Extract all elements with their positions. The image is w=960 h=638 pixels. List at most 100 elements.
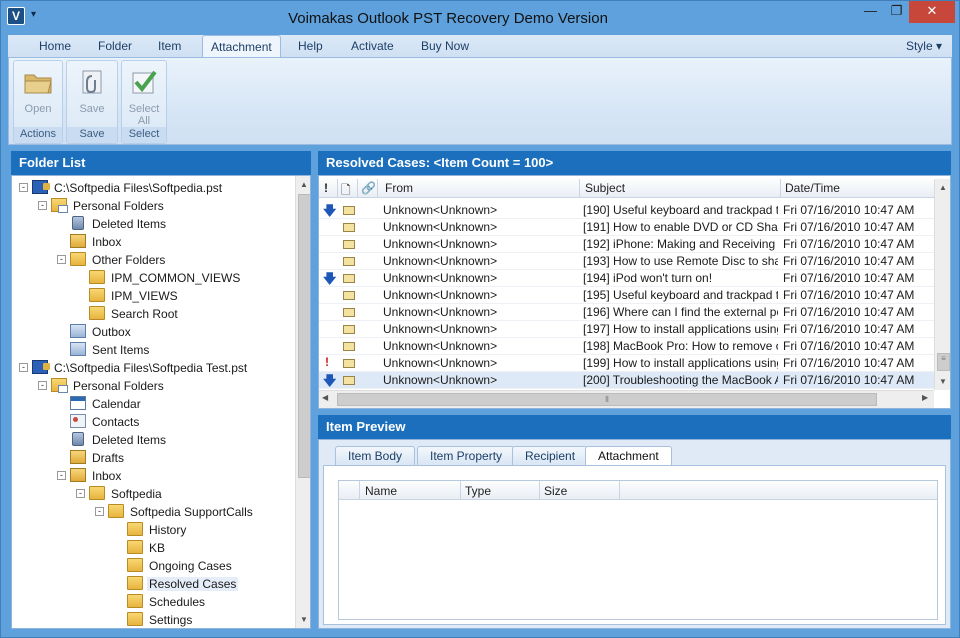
collapse-toggle-icon[interactable]: -	[57, 255, 66, 264]
collapse-toggle-icon[interactable]: -	[57, 471, 66, 480]
folder-tree-item[interactable]: Search Root	[89, 305, 180, 323]
minimize-button[interactable]: —	[857, 1, 884, 23]
open-button[interactable]: Open	[14, 61, 62, 127]
item-preview-pane: Item Body Item Property Recipient Attach…	[318, 439, 951, 629]
preview-tab-item-body[interactable]: Item Body	[335, 446, 416, 465]
attachment-list[interactable]: Name Type Size	[338, 480, 938, 620]
mail-subject: [200] Troubleshooting the MacBook Ai...	[583, 373, 778, 387]
mail-list-horizontal-scrollbar[interactable]: ◀ ⦀ ▶	[319, 390, 934, 408]
collapse-toggle-icon[interactable]: -	[76, 489, 85, 498]
folder-tree-item[interactable]: Inbox	[70, 233, 123, 251]
folder-folder-icon	[108, 504, 124, 518]
folder-folder-icon	[89, 288, 105, 302]
ribbon-tab-bar: Home Folder Item Attachment Help Activat…	[8, 35, 952, 58]
collapse-toggle-icon[interactable]: -	[19, 183, 28, 192]
scroll-right-arrow-icon[interactable]: ▶	[922, 393, 928, 402]
tab-help[interactable]: Help	[298, 39, 323, 53]
collapse-toggle-icon[interactable]: -	[38, 381, 47, 390]
folder-tree-item[interactable]: Schedules	[127, 593, 207, 611]
folder-tree-item[interactable]: - Personal Folders	[38, 197, 166, 215]
mail-row[interactable]: Unknown<Unknown> [197] How to install app…	[319, 321, 934, 338]
folder-tree-item[interactable]: - Personal Folders	[38, 377, 166, 395]
folder-tree-item[interactable]: KB	[127, 539, 167, 557]
mail-date: Fri 07/16/2010 10:47 AM	[783, 254, 915, 268]
mail-row[interactable]: 🡇 Unknown<Unknown> [190] Useful keyboard a…	[319, 202, 934, 219]
open-folder-icon	[24, 74, 52, 94]
folder-tree-item[interactable]: IPM_VIEWS	[89, 287, 180, 305]
mail-row[interactable]: Unknown<Unknown> [193] How to use Remote …	[319, 253, 934, 270]
scroll-down-arrow-icon[interactable]: ▼	[935, 373, 950, 390]
folder-tree-item[interactable]: Outbox	[70, 323, 133, 341]
mail-from: Unknown<Unknown>	[383, 305, 498, 319]
tab-folder[interactable]: Folder	[98, 39, 132, 53]
folder-tree-item-label: Search Root	[111, 307, 178, 321]
group-label-select: Select	[122, 127, 166, 143]
preview-tab-item-property[interactable]: Item Property	[417, 446, 516, 465]
tab-buy-now[interactable]: Buy Now	[421, 39, 469, 53]
tab-item[interactable]: Item	[158, 39, 181, 53]
collapse-toggle-icon[interactable]: -	[95, 507, 104, 516]
folder-tree-item[interactable]: Calendar	[70, 395, 143, 413]
select-all-button[interactable]: Select All	[122, 61, 166, 127]
scroll-up-arrow-icon[interactable]: ▲	[935, 179, 950, 196]
mail-list-scroll-thumb[interactable]: ≡	[937, 353, 950, 371]
folder-tree-item[interactable]: Ongoing Cases	[127, 557, 234, 575]
folder-tree-item[interactable]: IPM_COMMON_VIEWS	[89, 269, 242, 287]
folder-tree-item[interactable]: History	[127, 521, 188, 539]
envelope-icon	[343, 342, 355, 351]
style-menu[interactable]: Style ▾	[906, 39, 942, 53]
column-item-type-icon[interactable]: 🗋	[341, 181, 351, 202]
mail-row[interactable]: Unknown<Unknown> [196] Where can I find t…	[319, 304, 934, 321]
folder-tree-item[interactable]: Resolved Cases	[127, 575, 239, 593]
column-date-time[interactable]: Date/Time	[785, 181, 840, 195]
folder-tree-item[interactable]: Deleted Items	[70, 215, 168, 233]
close-button[interactable]: ✕	[909, 1, 955, 23]
mail-row[interactable]: Unknown<Unknown> [191] How to enable DVD …	[319, 219, 934, 236]
folder-tree-item[interactable]: - C:\Softpedia Files\Softpedia.pst	[19, 179, 224, 197]
folder-tree-scroll-thumb[interactable]	[298, 194, 310, 478]
column-type[interactable]: Type	[465, 484, 491, 498]
mail-row[interactable]: Unknown<Unknown> [192] iPhone: Making and…	[319, 236, 934, 253]
folder-folder-icon	[127, 540, 143, 554]
folder-tree-item[interactable]: Sent Items	[70, 341, 151, 359]
maximize-button[interactable]: ❐	[883, 1, 910, 23]
scroll-left-arrow-icon[interactable]: ◀	[322, 393, 328, 402]
save-button[interactable]: Save	[67, 61, 117, 127]
column-from[interactable]: From	[385, 181, 413, 195]
column-attachment-icon[interactable]: 🔗	[361, 181, 376, 195]
mail-list-vertical-scrollbar[interactable]: ▲ ≡ ▼	[934, 179, 950, 390]
tab-home[interactable]: Home	[39, 39, 71, 53]
mail-row[interactable]: 🡇 Unknown<Unknown> [194] iPod won't turn o…	[319, 270, 934, 287]
mail-row[interactable]: 🡇 Unknown<Unknown> [200] Troubleshooting t…	[319, 372, 934, 389]
tab-activate[interactable]: Activate	[351, 39, 394, 53]
folder-tree-item[interactable]: Settings	[127, 611, 194, 628]
folder-tree-item[interactable]: - Softpedia	[76, 485, 164, 503]
mail-date: Fri 07/16/2010 10:47 AM	[783, 203, 915, 217]
folder-tree-item[interactable]: Deleted Items	[70, 431, 168, 449]
scroll-up-arrow-icon[interactable]: ▲	[296, 176, 310, 193]
preview-tab-attachment[interactable]: Attachment	[585, 446, 672, 466]
preview-tab-recipient[interactable]: Recipient	[512, 446, 589, 465]
mail-list-hscroll-thumb[interactable]: ⦀	[337, 393, 877, 406]
column-size[interactable]: Size	[544, 484, 567, 498]
collapse-toggle-icon[interactable]: -	[38, 201, 47, 210]
mail-row[interactable]: ! Unknown<Unknown> [199] How to install ap…	[319, 355, 934, 372]
folder-tree-item[interactable]: - Inbox	[57, 467, 123, 485]
column-importance[interactable]: !	[324, 181, 328, 195]
column-subject[interactable]: Subject	[585, 181, 625, 195]
scroll-down-arrow-icon[interactable]: ▼	[296, 611, 310, 628]
mail-subject: [199] How to install applications using …	[583, 356, 778, 370]
tab-attachment[interactable]: Attachment	[202, 35, 281, 58]
mail-row[interactable]: Unknown<Unknown> [198] MacBook Pro: How t…	[319, 338, 934, 355]
folder-tree-item-label: Contacts	[92, 415, 140, 429]
folder-tree-item[interactable]: - Softpedia SupportCalls	[95, 503, 255, 521]
folder-tree-item[interactable]: - C:\Softpedia Files\Softpedia Test.pst	[19, 359, 249, 377]
folder-tree-item[interactable]: Contacts	[70, 413, 141, 431]
folder-tree-item[interactable]: - Other Folders	[57, 251, 167, 269]
column-name[interactable]: Name	[365, 484, 397, 498]
mail-row[interactable]: Unknown<Unknown> [195] Useful keyboard an…	[319, 287, 934, 304]
folder-tree-scrollbar[interactable]: ▲ ▼	[295, 176, 310, 628]
collapse-toggle-icon[interactable]: -	[19, 363, 28, 372]
folder-tree-item[interactable]: Drafts	[70, 449, 126, 467]
inbox-folder-icon	[70, 468, 86, 482]
